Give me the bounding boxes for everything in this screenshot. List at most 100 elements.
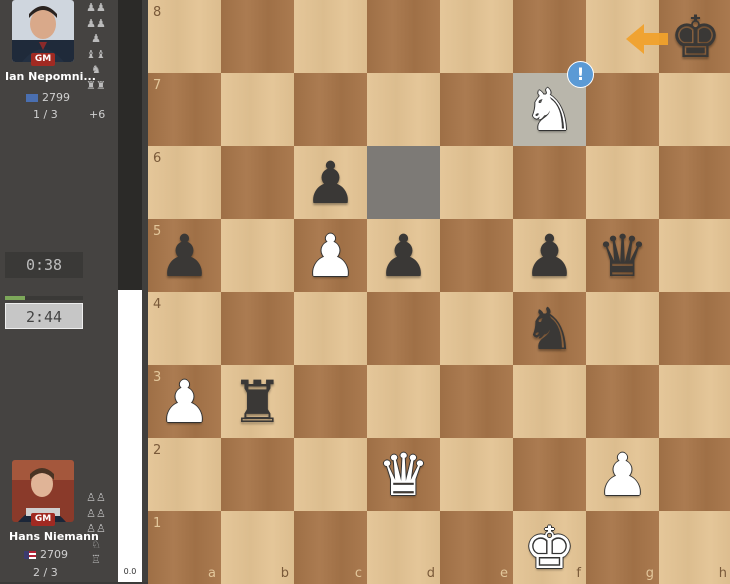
file-label: a bbox=[208, 566, 216, 581]
square-e3[interactable] bbox=[440, 365, 513, 438]
white-king-piece[interactable]: ♚ bbox=[513, 511, 586, 584]
square-a4[interactable]: 4 bbox=[148, 292, 221, 365]
square-d2[interactable]: ♛ bbox=[367, 438, 440, 511]
black-queen-piece[interactable]: ♛ bbox=[586, 219, 659, 292]
square-b3[interactable]: ♜ bbox=[221, 365, 294, 438]
square-g7[interactable] bbox=[586, 73, 659, 146]
square-h7[interactable] bbox=[659, 73, 730, 146]
white-pawn-piece[interactable]: ♟ bbox=[148, 365, 221, 438]
square-d3[interactable] bbox=[367, 365, 440, 438]
square-d4[interactable] bbox=[367, 292, 440, 365]
square-e8[interactable] bbox=[440, 0, 513, 73]
player-sidebar: GM Ian Nepomni... 2799 1 / 3 ♟♟ ♟♟ ♟ ♝♝ … bbox=[0, 0, 118, 582]
square-a5[interactable]: 5 ♟ bbox=[148, 219, 221, 292]
top-player-captured: ♟♟ ♟♟ ♟ ♝♝ ♞ ♜♜ bbox=[84, 0, 108, 93]
square-g6[interactable] bbox=[586, 146, 659, 219]
captured-rooks-icon: ♜♜ bbox=[86, 78, 106, 92]
square-f4[interactable]: ♞ bbox=[513, 292, 586, 365]
black-pawn-piece[interactable]: ♟ bbox=[367, 219, 440, 292]
captured-rook-icon: ♖ bbox=[91, 553, 101, 566]
square-a2[interactable]: 2 bbox=[148, 438, 221, 511]
square-d5[interactable]: ♟ bbox=[367, 219, 440, 292]
captured-pawns-icon: ♟♟ bbox=[86, 1, 106, 14]
file-label: h bbox=[718, 566, 727, 581]
square-b2[interactable] bbox=[221, 438, 294, 511]
square-c6[interactable]: ♟ bbox=[294, 146, 367, 219]
square-a8[interactable]: 8 bbox=[148, 0, 221, 73]
square-e1[interactable]: e bbox=[440, 511, 513, 584]
square-c3[interactable] bbox=[294, 365, 367, 438]
captured-pawns-icon: ♙♙ bbox=[86, 506, 106, 520]
chess-board[interactable]: 8 ♚ 7 ♞ 6 ♟ 5 ♟ ♟ ♟ ♟ ♛ 4 ♞ 3 ♟ ♜ 2 ♛ ♟ 1 a b c d e f ♚ g h! bbox=[148, 0, 730, 584]
square-b8[interactable] bbox=[221, 0, 294, 73]
captured-pawns-icon: ♙♙ bbox=[86, 522, 106, 535]
square-f2[interactable] bbox=[513, 438, 586, 511]
square-e4[interactable] bbox=[440, 292, 513, 365]
captured-bishops-icon: ♝♝ bbox=[86, 47, 106, 61]
top-player-name[interactable]: Ian Nepomni... bbox=[5, 70, 96, 83]
brilliant-move-badge-icon: ! bbox=[567, 61, 594, 88]
file-label: e bbox=[500, 566, 508, 581]
black-pawn-piece[interactable]: ♟ bbox=[148, 219, 221, 292]
square-a1[interactable]: 1a bbox=[148, 511, 221, 584]
square-e5[interactable] bbox=[440, 219, 513, 292]
square-b1[interactable]: b bbox=[221, 511, 294, 584]
square-f6[interactable] bbox=[513, 146, 586, 219]
square-f5[interactable]: ♟ bbox=[513, 219, 586, 292]
square-b4[interactable] bbox=[221, 292, 294, 365]
move-arrow-icon bbox=[626, 24, 668, 54]
file-label: b bbox=[280, 566, 289, 581]
usa-flag-icon bbox=[24, 551, 36, 559]
black-knight-piece[interactable]: ♞ bbox=[513, 292, 586, 365]
white-pawn-piece[interactable]: ♟ bbox=[586, 438, 659, 511]
square-b5[interactable] bbox=[221, 219, 294, 292]
bottom-player-score: 2 / 3 bbox=[33, 566, 58, 579]
square-d8[interactable] bbox=[367, 0, 440, 73]
square-d1[interactable]: d bbox=[367, 511, 440, 584]
square-a3[interactable]: 3 ♟ bbox=[148, 365, 221, 438]
square-c5[interactable]: ♟ bbox=[294, 219, 367, 292]
square-d6[interactable] bbox=[367, 146, 440, 219]
square-h2[interactable] bbox=[659, 438, 730, 511]
square-f3[interactable] bbox=[513, 365, 586, 438]
square-e7[interactable] bbox=[440, 73, 513, 146]
captured-knight-icon: ♞ bbox=[91, 63, 101, 76]
rank-label: 4 bbox=[153, 297, 162, 312]
white-pawn-piece[interactable]: ♟ bbox=[294, 219, 367, 292]
bottom-player-captured: ♙♙ ♙♙ ♙♙ ♘ ♖ bbox=[84, 490, 108, 568]
top-player-rating-value: 2799 bbox=[42, 91, 70, 104]
bottom-player-title-badge: GM bbox=[31, 513, 55, 526]
square-a7[interactable]: 7 bbox=[148, 73, 221, 146]
square-d7[interactable] bbox=[367, 73, 440, 146]
square-h3[interactable] bbox=[659, 365, 730, 438]
square-g3[interactable] bbox=[586, 365, 659, 438]
square-g5[interactable]: ♛ bbox=[586, 219, 659, 292]
square-b6[interactable] bbox=[221, 146, 294, 219]
square-c7[interactable] bbox=[294, 73, 367, 146]
square-c1[interactable]: c bbox=[294, 511, 367, 584]
square-e2[interactable] bbox=[440, 438, 513, 511]
square-h6[interactable] bbox=[659, 146, 730, 219]
black-pawn-piece[interactable]: ♟ bbox=[294, 146, 367, 219]
white-queen-piece[interactable]: ♛ bbox=[367, 438, 440, 511]
captured-pawn-icon: ♟ bbox=[91, 32, 101, 45]
square-g2[interactable]: ♟ bbox=[586, 438, 659, 511]
rank-label: 8 bbox=[153, 5, 162, 20]
evaluation-bar: 0.0 bbox=[118, 0, 142, 582]
square-a6[interactable]: 6 bbox=[148, 146, 221, 219]
square-h4[interactable] bbox=[659, 292, 730, 365]
square-f1[interactable]: f ♚ bbox=[513, 511, 586, 584]
square-c8[interactable] bbox=[294, 0, 367, 73]
square-g4[interactable] bbox=[586, 292, 659, 365]
square-h5[interactable] bbox=[659, 219, 730, 292]
square-e6[interactable] bbox=[440, 146, 513, 219]
black-pawn-piece[interactable]: ♟ bbox=[513, 219, 586, 292]
black-rook-piece[interactable]: ♜ bbox=[221, 365, 294, 438]
square-c4[interactable] bbox=[294, 292, 367, 365]
evaluation-value: 0.0 bbox=[123, 567, 137, 576]
square-h1[interactable]: h bbox=[659, 511, 730, 584]
square-b7[interactable] bbox=[221, 73, 294, 146]
square-g1[interactable]: g bbox=[586, 511, 659, 584]
evaluation-bar-white bbox=[118, 290, 142, 582]
square-c2[interactable] bbox=[294, 438, 367, 511]
